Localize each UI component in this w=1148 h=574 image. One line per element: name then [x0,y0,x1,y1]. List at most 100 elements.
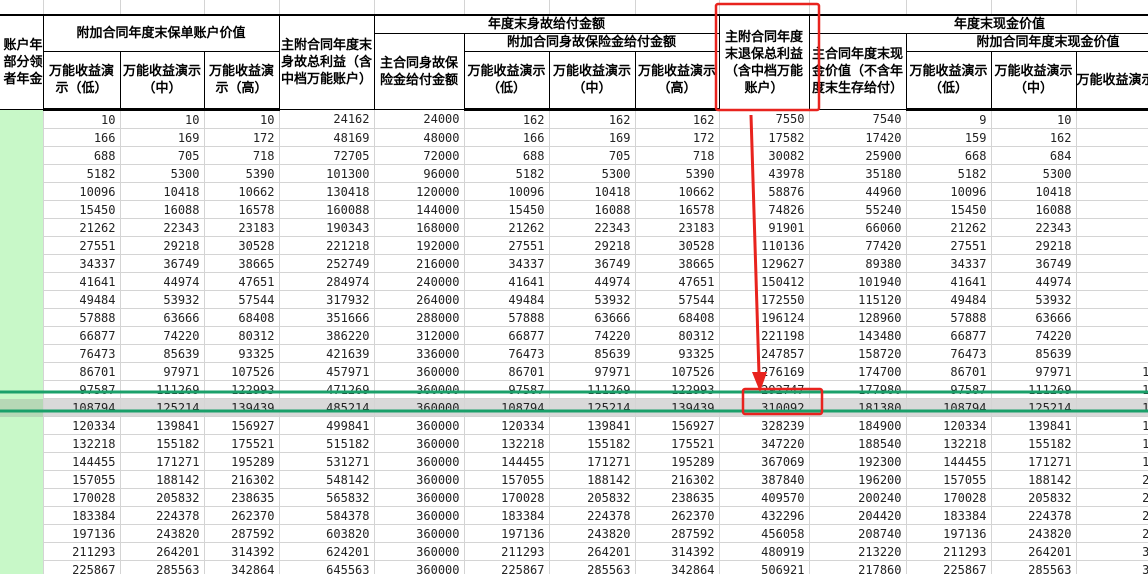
cell-sub-death-mid[interactable]: 169 [549,128,636,147]
cell-surrender-total[interactable]: 196124 [719,308,810,327]
cell[interactable] [906,0,992,16]
cell-main-cash-value[interactable]: 101940 [809,272,907,291]
cell-sub-death-mid[interactable]: 162 [549,109,636,129]
cell-sub-cash-high[interactable]: 175521 [1076,434,1148,453]
cell-account-high[interactable]: 93325 [204,344,280,363]
cell-death-total[interactable]: 515182 [279,434,375,453]
cell-col-a[interactable] [0,164,44,183]
cell-sub-cash-low[interactable]: 21262 [906,218,992,237]
cell-sub-death-high[interactable]: 216302 [635,470,720,489]
cell-death-total[interactable]: 603820 [279,524,375,543]
cell-main-death-payment[interactable]: 312000 [374,326,465,345]
header-account-low[interactable]: 万能收益演示（低） [42,51,121,111]
cell-sub-death-mid[interactable]: 139841 [549,416,636,435]
cell-sub-death-mid[interactable]: 205832 [549,488,636,507]
cell-sub-death-mid[interactable]: 705 [549,146,636,165]
cell-account-high[interactable]: 156927 [204,416,280,435]
cell-sub-cash-high[interactable]: 93325 [1076,344,1148,363]
cell-main-death-payment[interactable]: 360000 [374,398,465,417]
header-main-death-payment[interactable]: 主合同身故保险金给付金额 [373,33,465,110]
header-sub-cash-value[interactable]: 附加合同年度末现金价值 [905,33,1148,52]
cell-main-cash-value[interactable]: 35180 [809,164,907,183]
cell-sub-cash-high[interactable]: 30528 [1076,236,1148,255]
cell-sub-death-low[interactable]: 34337 [464,254,550,273]
header-death-high[interactable]: 万能收益演示（高） [634,51,720,111]
cell-sub-cash-low[interactable]: 668 [906,146,992,165]
cell-sub-death-low[interactable]: 21262 [464,218,550,237]
cell-death-total[interactable]: 221218 [279,236,375,255]
cell-account-mid[interactable]: 63666 [120,308,205,327]
cell-col-a[interactable] [0,254,44,273]
cell-sub-death-low[interactable]: 120334 [464,416,550,435]
cell-sub-death-high[interactable]: 122993 [635,380,720,399]
cell-sub-death-mid[interactable]: 171271 [549,452,636,471]
cell-sub-death-low[interactable]: 166 [464,128,550,147]
cell-sub-death-mid[interactable]: 44974 [549,272,636,291]
cell-account-high[interactable]: 47651 [204,272,280,291]
cell-sub-cash-mid[interactable]: 188142 [991,470,1077,489]
cell-surrender-total[interactable]: 110136 [719,236,810,255]
cell-sub-cash-high[interactable]: 68408 [1076,308,1148,327]
cell-account-mid[interactable]: 155182 [120,434,205,453]
cell-main-death-payment[interactable]: 48000 [374,128,465,147]
cell-account-high[interactable]: 195289 [204,452,280,471]
cell-sub-cash-mid[interactable]: 29218 [991,236,1077,255]
cell-main-death-payment[interactable]: 360000 [374,542,465,561]
cell-sub-cash-low[interactable]: 197136 [906,524,992,543]
cell-sub-cash-low[interactable]: 120334 [906,416,992,435]
cell-sub-death-low[interactable]: 225867 [464,560,550,574]
cell-sub-cash-low[interactable]: 49484 [906,290,992,309]
cell-sub-death-low[interactable]: 57888 [464,308,550,327]
cell-sub-death-low[interactable]: 108794 [464,398,550,417]
cell-surrender-total[interactable]: 30082 [719,146,810,165]
cell-account-high[interactable]: 175521 [204,434,280,453]
cell-main-cash-value[interactable]: 204420 [809,506,907,525]
cell-sub-cash-mid[interactable]: 85639 [991,344,1077,363]
cell-main-cash-value[interactable]: 115120 [809,290,907,309]
cell-col-a[interactable] [0,326,44,345]
cell-sub-cash-mid[interactable]: 139841 [991,416,1077,435]
cell-sub-cash-low[interactable]: 108794 [906,398,992,417]
cell-sub-death-mid[interactable]: 188142 [549,470,636,489]
cell-account-low[interactable]: 5182 [43,164,121,183]
cell-account-low[interactable]: 76473 [43,344,121,363]
cell-sub-death-high[interactable]: 238635 [635,488,720,507]
cell-sub-death-high[interactable]: 287592 [635,524,720,543]
cell-surrender-total[interactable]: 387840 [719,470,810,489]
cell[interactable] [635,0,720,16]
cell-sub-death-mid[interactable]: 85639 [549,344,636,363]
cell-sub-cash-mid[interactable]: 97971 [991,362,1077,381]
cell[interactable] [991,0,1077,16]
cell[interactable] [1076,0,1148,16]
cell-death-total[interactable]: 624201 [279,542,375,561]
cell-account-low[interactable]: 15450 [43,200,121,219]
cell[interactable] [43,0,121,16]
cell-sub-cash-low[interactable]: 66877 [906,326,992,345]
cell-surrender-total[interactable]: 58876 [719,182,810,201]
cell[interactable] [809,0,907,16]
cell-account-high[interactable]: 16578 [204,200,280,219]
cell-surrender-total[interactable]: 292747 [719,380,810,399]
cell-sub-cash-high[interactable]: 697 [1076,146,1148,165]
cell-surrender-total[interactable]: 43978 [719,164,810,183]
cell-sub-death-high[interactable]: 38665 [635,254,720,273]
cell-account-high[interactable]: 314392 [204,542,280,561]
cell[interactable] [204,0,280,16]
cell-sub-cash-low[interactable]: 183384 [906,506,992,525]
cell-sub-death-high[interactable]: 172 [635,128,720,147]
cell-col-a[interactable] [0,506,44,525]
cell-account-low[interactable]: 108794 [43,398,121,417]
cell-account-high[interactable]: 80312 [204,326,280,345]
cell-death-total[interactable]: 190343 [279,218,375,237]
cell-sub-death-low[interactable]: 132218 [464,434,550,453]
cell-account-low[interactable]: 21262 [43,218,121,237]
cell-main-death-payment[interactable]: 288000 [374,308,465,327]
cell-col-a[interactable] [0,560,44,574]
header-main-cash-value[interactable]: 主合同年度末现金价值（不含年度末生存给付） [808,33,907,110]
cell-surrender-total[interactable]: 17582 [719,128,810,147]
cell-sub-cash-high[interactable]: 38665 [1076,254,1148,273]
cell[interactable] [549,0,636,16]
cell-account-mid[interactable]: 705 [120,146,205,165]
cell-sub-death-low[interactable]: 66877 [464,326,550,345]
cell-account-mid[interactable]: 169 [120,128,205,147]
